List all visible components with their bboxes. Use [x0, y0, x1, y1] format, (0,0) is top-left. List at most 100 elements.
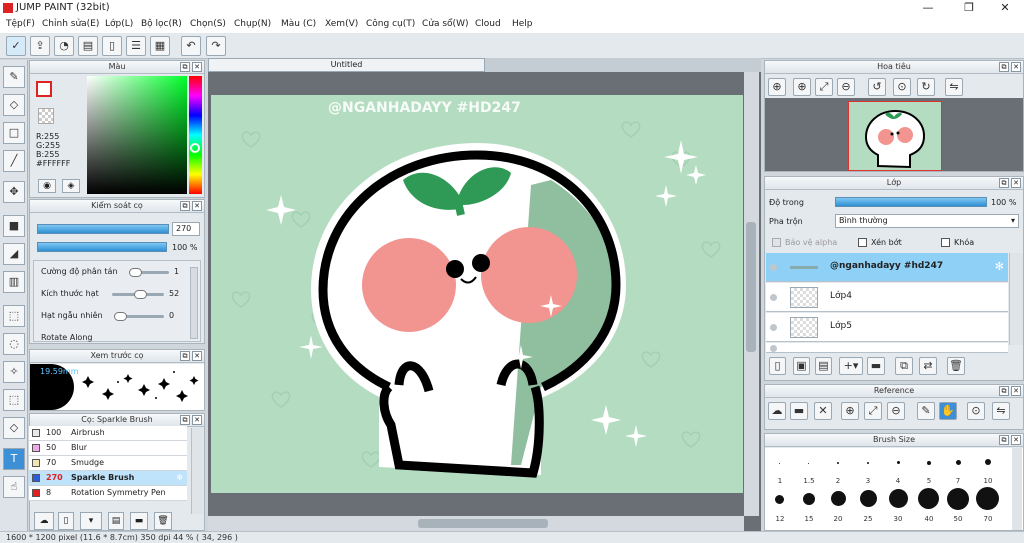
- hand-icon[interactable]: ✋: [939, 402, 957, 420]
- saturation-value-picker[interactable]: [87, 76, 187, 194]
- restore-button[interactable]: ❐: [954, 1, 984, 14]
- redo-icon[interactable]: ↷: [206, 36, 226, 56]
- brush-size-scrollbar[interactable]: [1012, 448, 1022, 530]
- palette-icon[interactable]: ◉: [38, 179, 56, 193]
- cloud-download-icon[interactable]: ☁: [768, 402, 786, 420]
- hand-tool-icon[interactable]: ☝: [3, 476, 25, 498]
- layer-row-selected[interactable]: @nganhadayy #hd247 ✻: [766, 253, 1008, 282]
- rect-select-tool-icon[interactable]: □: [3, 122, 25, 144]
- panel-float-icon[interactable]: ⧉: [180, 351, 190, 361]
- brush-settings-scrollbar[interactable]: [190, 267, 198, 339]
- blend-mode-select[interactable]: Bình thường ▾: [835, 214, 1019, 228]
- brush-list-item-selected[interactable]: 270 Sparkle Brush ✻: [29, 471, 187, 486]
- new-brush-icon[interactable]: ▯: [58, 512, 74, 530]
- zoom-out-icon[interactable]: ⊖: [837, 78, 855, 96]
- page-icon[interactable]: ▯: [102, 36, 122, 56]
- brush-size-25[interactable]: 25: [858, 515, 878, 523]
- brush-size-2[interactable]: 2: [828, 477, 848, 485]
- menu-color[interactable]: Màu (C): [281, 19, 316, 29]
- folder-icon[interactable]: ▬: [130, 512, 148, 530]
- new-layer-icon[interactable]: ▯: [769, 357, 786, 375]
- brush-size-1[interactable]: 1: [770, 477, 790, 485]
- comment-icon[interactable]: ◔: [54, 36, 74, 56]
- rotate-left-icon[interactable]: ↺: [868, 78, 886, 96]
- brush-list-item[interactable]: 70 Smudge: [29, 456, 187, 471]
- move-tool-icon[interactable]: ✥: [3, 181, 25, 203]
- menu-select[interactable]: Chọn(S): [190, 19, 226, 29]
- bucket-tool-icon[interactable]: ◢: [3, 243, 25, 265]
- visibility-icon[interactable]: [770, 294, 777, 301]
- brush-size-70[interactable]: 70: [978, 515, 998, 523]
- trash-icon[interactable]: 🗑: [154, 512, 172, 530]
- copy-layer-icon[interactable]: ▤: [815, 357, 832, 375]
- flip-icon[interactable]: ⇋: [945, 78, 963, 96]
- visibility-icon[interactable]: [770, 324, 777, 331]
- select-pen-tool-icon[interactable]: ⬚: [3, 389, 25, 411]
- menu-help[interactable]: Help: [512, 19, 533, 29]
- cloud-download-icon[interactable]: ☁: [34, 512, 54, 530]
- layer-transfer-icon[interactable]: ⇄: [919, 357, 937, 375]
- panel-float-icon[interactable]: ⧉: [999, 178, 1009, 188]
- brush-opacity-bar[interactable]: [37, 242, 167, 252]
- transparent-swatch[interactable]: [38, 108, 54, 124]
- zoom-in-icon[interactable]: ⊕: [793, 78, 811, 96]
- brush-size-3[interactable]: 3: [858, 477, 878, 485]
- particle-size-slider-knob[interactable]: [134, 290, 147, 299]
- close-button[interactable]: ✕: [990, 1, 1020, 14]
- fit-screen-icon[interactable]: ⤢: [815, 78, 833, 96]
- panel-float-icon[interactable]: ⧉: [999, 386, 1009, 396]
- gradient-tool-icon[interactable]: ▥: [3, 271, 25, 293]
- horizontal-scrollbar[interactable]: [208, 516, 744, 531]
- layer-row[interactable]: Lớp4: [766, 283, 1008, 312]
- eyedropper-icon[interactable]: ◈: [62, 179, 80, 193]
- hue-slider[interactable]: [189, 76, 202, 194]
- fill-rect-tool-icon[interactable]: ■: [3, 215, 25, 237]
- brush-size-50[interactable]: 50: [948, 515, 968, 523]
- rotate-right-icon[interactable]: ↻: [917, 78, 935, 96]
- eyedropper-icon[interactable]: ✎: [917, 402, 935, 420]
- brush-size-10[interactable]: 10: [978, 477, 998, 485]
- delete-layer-icon[interactable]: 🗑: [947, 357, 965, 375]
- brush-size-20[interactable]: 20: [828, 515, 848, 523]
- layer-list-scrollbar[interactable]: [1009, 253, 1023, 345]
- brush-size-4[interactable]: 4: [888, 477, 908, 485]
- lasso-tool-icon[interactable]: ◌: [3, 333, 25, 355]
- menu-filter[interactable]: Bộ lọc(R): [141, 19, 182, 29]
- menu-view[interactable]: Xem(V): [325, 19, 358, 29]
- visibility-icon[interactable]: [770, 345, 777, 352]
- fit-screen-icon[interactable]: ⤢: [864, 402, 882, 420]
- panel-float-icon[interactable]: ⧉: [180, 415, 190, 425]
- eraser-tool-icon[interactable]: ◇: [3, 94, 25, 116]
- brush-size-field[interactable]: 270: [172, 222, 200, 236]
- panel-close-icon[interactable]: ✕: [192, 201, 202, 211]
- foreground-color-swatch[interactable]: [36, 81, 52, 97]
- panel-float-icon[interactable]: ⧉: [180, 62, 190, 72]
- message-icon[interactable]: ▤: [78, 36, 98, 56]
- brush-list-item[interactable]: 50 Blur: [29, 441, 187, 456]
- brush-size-12[interactable]: 12: [770, 515, 790, 523]
- export-icon[interactable]: ⇪: [30, 36, 50, 56]
- layer-opacity-bar[interactable]: [835, 197, 987, 207]
- cloud-check-icon[interactable]: ✓: [6, 36, 26, 56]
- panel-float-icon[interactable]: ⧉: [999, 62, 1009, 72]
- open-folder-icon[interactable]: ▬: [790, 402, 808, 420]
- layer-row[interactable]: Lớp5: [766, 313, 1008, 342]
- grid-icon[interactable]: ▦: [150, 36, 170, 56]
- add-brush-icon[interactable]: ▾: [80, 512, 102, 530]
- clipping-checkbox[interactable]: [858, 238, 867, 247]
- brush-list-item[interactable]: 8 Rotation Symmetry Pen: [29, 486, 187, 501]
- add-layer-menu-icon[interactable]: +▾: [839, 357, 863, 375]
- layer-folder-icon[interactable]: ▬: [867, 357, 885, 375]
- layer-settings-gear-icon[interactable]: ✻: [995, 260, 1004, 273]
- brush-size-5[interactable]: 5: [919, 477, 939, 485]
- brush-settings-icon[interactable]: ▤: [108, 512, 124, 530]
- visibility-icon[interactable]: [770, 264, 777, 271]
- panel-close-icon[interactable]: ✕: [192, 351, 202, 361]
- pen-tool-icon[interactable]: ✎: [3, 66, 25, 88]
- rotate-reset-icon[interactable]: ⊙: [893, 78, 911, 96]
- vertical-scrollbar[interactable]: [744, 72, 759, 516]
- panel-close-icon[interactable]: ✕: [1011, 62, 1021, 72]
- menu-edit[interactable]: Chỉnh sửa(E): [42, 19, 99, 29]
- text-tool-icon[interactable]: T: [3, 448, 25, 470]
- menu-cloud[interactable]: Cloud: [475, 19, 501, 29]
